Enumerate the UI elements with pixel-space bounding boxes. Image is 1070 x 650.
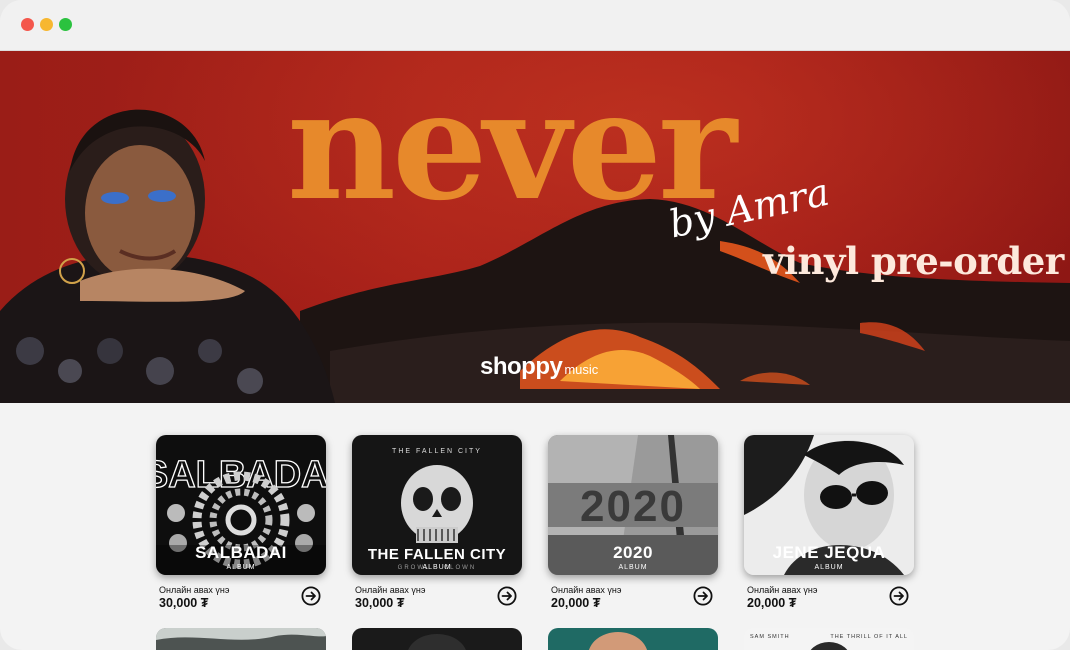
album-cover[interactable]: THE FALLEN CITY GROWL CLOWN THE FALLEN C…	[352, 435, 522, 575]
logo-sub: music	[564, 362, 599, 377]
hero-subtitle: vinyl pre-order	[763, 239, 1064, 283]
cover-wordmark: 2020	[580, 482, 686, 531]
cover-wordmark: SALBADAI	[156, 454, 326, 496]
product-card-partial[interactable]	[548, 628, 718, 650]
price-label: Онлайн авах үнэ	[551, 585, 622, 595]
arrow-right-icon[interactable]	[889, 586, 909, 606]
album-type: ALBUM	[618, 564, 648, 571]
browser-window: never by Amra vinyl pre-order shoppy musi…	[0, 0, 1070, 650]
product-card-partial[interactable]: SAM SMITH THE THRILL OF IT ALL	[744, 628, 914, 650]
arrow-right-icon[interactable]	[301, 586, 321, 606]
price-label: Онлайн авах үнэ	[355, 585, 426, 595]
price-value: 30,000 ₮	[159, 596, 209, 610]
album-cover[interactable]: SALBADAI SALBADAI ALBUM	[156, 435, 326, 575]
album-type: ALBUM	[814, 564, 844, 571]
window-titlebar	[0, 0, 1070, 51]
album-type: ALBUM	[226, 564, 256, 571]
logo-main: shoppy	[480, 353, 563, 380]
cover-wordmark: THE FALLEN CITY	[392, 448, 482, 455]
cover-text-right: THE THRILL OF IT ALL	[830, 634, 908, 640]
price-value: 30,000 ₮	[355, 596, 405, 610]
cover-text-left: SAM SMITH	[750, 634, 790, 640]
product-card-partial[interactable]	[156, 628, 326, 650]
shoppy-logo: shoppy music	[480, 353, 598, 381]
arrow-right-icon[interactable]	[497, 586, 517, 606]
album-title: 2020	[613, 543, 653, 562]
minimize-icon[interactable]	[40, 18, 53, 31]
album-title: SALBADAI	[195, 543, 287, 562]
album-type: ALBUM	[422, 564, 452, 571]
hero-title: never	[287, 58, 737, 234]
maximize-icon[interactable]	[59, 18, 72, 31]
album-title: THE FALLEN CITY	[367, 546, 507, 563]
price-label: Онлайн авах үнэ	[159, 585, 230, 595]
album-cover[interactable]: 2020 2020 ALBUM	[548, 435, 718, 575]
album-title: JENE JEQUA	[772, 543, 886, 562]
close-icon[interactable]	[21, 18, 34, 31]
price-label: Онлайн авах үнэ	[747, 585, 818, 595]
album-cover[interactable]: JENE JEQUA ALBUM	[744, 435, 914, 575]
product-card-partial[interactable]	[352, 628, 522, 650]
arrow-right-icon[interactable]	[693, 586, 713, 606]
hero-banner[interactable]: never by Amra vinyl pre-order shoppy musi…	[0, 51, 1070, 403]
price-value: 20,000 ₮	[551, 596, 601, 610]
price-value: 20,000 ₮	[747, 596, 797, 610]
